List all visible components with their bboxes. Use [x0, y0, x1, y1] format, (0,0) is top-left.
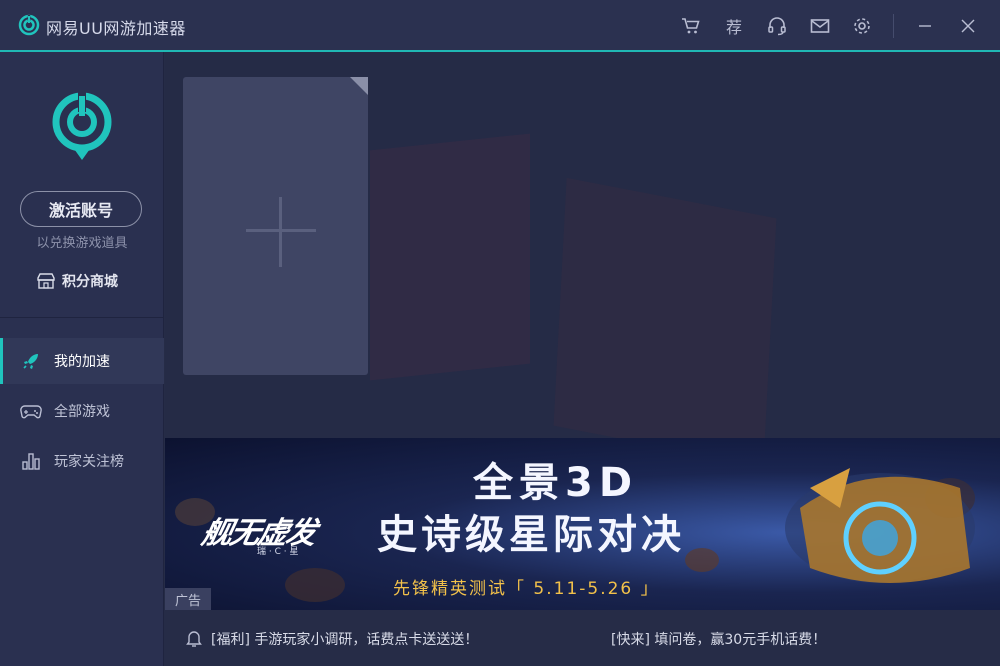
- points-shop-label: 积分商城: [62, 274, 118, 290]
- gamepad-icon: [20, 400, 42, 422]
- asteroid-decoration: [285, 568, 345, 602]
- bell-icon: [186, 631, 202, 647]
- close-icon[interactable]: [957, 15, 979, 37]
- main-area: 舰无虚发 瑞 · C · 星 全景3D 史诗级星际对决 先锋精英测试「 5.11…: [165, 52, 1000, 666]
- spaceship-illustration: [785, 468, 975, 583]
- settings-icon[interactable]: [851, 15, 873, 37]
- sidebar-item-all-games[interactable]: 全部游戏: [0, 388, 164, 434]
- recommend-label: 荐: [725, 18, 742, 37]
- sidebar-item-label: 玩家关注榜: [54, 454, 124, 470]
- background-decoration: [553, 177, 777, 467]
- points-shop-link[interactable]: 积分商城: [36, 270, 118, 292]
- uu-logo-icon: [18, 14, 40, 36]
- banner-tagline: 先锋精英测试「 5.11-5.26 」: [393, 579, 660, 599]
- activate-hint: 以兑换游戏道具: [36, 236, 128, 251]
- rocket-icon: [20, 350, 42, 372]
- cart-icon[interactable]: [680, 15, 702, 37]
- ad-badge: 广告: [165, 588, 211, 610]
- banner-headline-1: 全景3D: [473, 460, 639, 506]
- sidebar-item-label: 我的加速: [54, 354, 110, 370]
- recommend-icon[interactable]: 荐: [723, 15, 745, 37]
- app-title: 网易UU网游加速器: [46, 19, 186, 38]
- sidebar-item-player-ranking[interactable]: 玩家关注榜: [0, 438, 164, 484]
- notice-link[interactable]: [福利] 手游玩家小调研，话费点卡送送送！: [211, 629, 478, 649]
- uu-big-logo-icon: [52, 92, 112, 160]
- titlebar-divider: [893, 14, 894, 38]
- sidebar-item-my-boost[interactable]: 我的加速: [0, 338, 164, 384]
- asteroid-decoration: [685, 548, 719, 572]
- mail-icon[interactable]: [809, 15, 831, 37]
- add-game-card[interactable]: [183, 77, 368, 375]
- headset-icon[interactable]: [766, 15, 788, 37]
- sidebar: 激活账号 以兑换游戏道具 积分商城 我的加速 全部游戏 玩家关注榜: [0, 52, 164, 666]
- sidebar-item-label: 全部游戏: [54, 404, 110, 420]
- background-decoration: [370, 133, 530, 381]
- ranking-icon: [20, 450, 42, 472]
- banner-headline-2: 史诗级星际对决: [377, 512, 685, 558]
- notice-bar: [福利] 手游玩家小调研，话费点卡送送送！ [快来] 填问卷，赢30元手机话费！: [165, 610, 1000, 666]
- plus-icon: [279, 197, 282, 267]
- app-window: 网易UU网游加速器 荐 激活账号 以兑换游戏道具 积分商城 我的加速 全部游戏 …: [0, 0, 1000, 666]
- notice-link[interactable]: [快来] 填问卷，赢30元手机话费！: [611, 629, 826, 649]
- card-corner-fold: [350, 77, 368, 95]
- ad-banner[interactable]: 舰无虚发 瑞 · C · 星 全景3D 史诗级星际对决 先锋精英测试「 5.11…: [165, 438, 1000, 610]
- title-bar: 网易UU网游加速器 荐: [0, 0, 1000, 52]
- activate-account-button[interactable]: 激活账号: [20, 191, 142, 227]
- minimize-icon[interactable]: [914, 15, 936, 37]
- game-logo-sub: 瑞 · C · 星: [257, 547, 299, 557]
- store-icon: [37, 273, 55, 289]
- sidebar-divider: [0, 317, 164, 318]
